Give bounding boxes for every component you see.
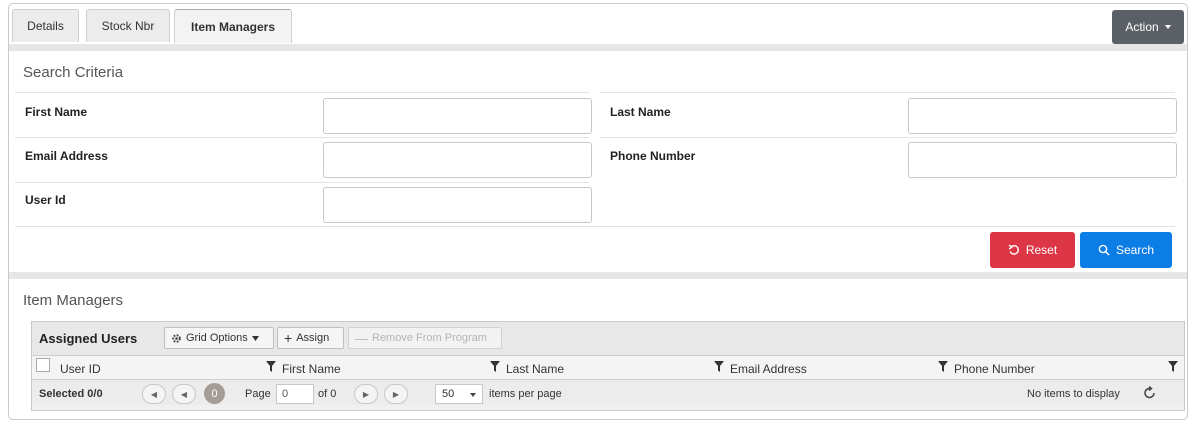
gear-icon <box>172 333 181 343</box>
phone-number-label: Phone Number <box>610 149 696 163</box>
next-page-icon[interactable]: ▶ <box>354 384 378 404</box>
user-id-label: User Id <box>25 193 66 207</box>
filter-icon[interactable] <box>490 361 500 372</box>
tab-stock-nbr[interactable]: Stock Nbr <box>86 9 170 42</box>
grid-header: User ID First Name Last Name Email Addre… <box>32 355 1184 380</box>
search-icon <box>1098 244 1110 256</box>
row-divider <box>600 92 1175 93</box>
select-all-checkbox[interactable] <box>36 358 50 372</box>
first-page-icon[interactable]: ◀ <box>142 384 166 404</box>
tab-details[interactable]: Details <box>12 9 79 42</box>
filter-icon[interactable] <box>266 361 276 372</box>
page-size-select[interactable]: 50 <box>435 384 483 404</box>
first-name-input[interactable] <box>323 98 592 134</box>
undo-icon <box>1008 244 1019 255</box>
previous-page-icon[interactable]: ◀ <box>172 384 196 404</box>
remove-label: Remove From Program <box>372 332 487 344</box>
item-details-panel: Details Stock Nbr Item Managers Action S… <box>8 3 1188 420</box>
row-divider <box>15 182 589 183</box>
item-managers-title: Item Managers <box>23 292 124 309</box>
current-page-indicator: 0 <box>204 383 225 404</box>
phone-number-input[interactable] <box>908 142 1177 178</box>
row-divider <box>600 137 1175 138</box>
row-divider <box>15 226 1175 227</box>
remove-from-program-button[interactable]: — Remove From Program <box>348 327 502 349</box>
caret-down-icon <box>1164 25 1171 29</box>
assign-button[interactable]: + Assign <box>277 327 344 349</box>
page-of-label: of 0 <box>318 388 337 400</box>
tab-bar: Details Stock Nbr Item Managers Action <box>11 6 1187 44</box>
column-header-phone-number[interactable]: Phone Number <box>954 362 1035 376</box>
search-label: Search <box>1115 243 1155 257</box>
section-divider <box>9 44 1187 51</box>
tab-item-managers[interactable]: Item Managers <box>174 9 292 43</box>
column-header-user-id[interactable]: User ID <box>60 362 101 376</box>
page-size-value: 50 <box>442 388 455 400</box>
page-number-input[interactable] <box>276 384 314 404</box>
search-button[interactable]: Search <box>1080 232 1172 268</box>
filter-icon[interactable] <box>714 361 724 372</box>
user-id-input[interactable] <box>323 187 592 223</box>
column-header-first-name[interactable]: First Name <box>282 362 341 376</box>
last-name-input[interactable] <box>908 98 1177 134</box>
selected-count: Selected 0/0 <box>39 388 103 400</box>
filter-icon[interactable] <box>938 361 948 372</box>
email-address-input[interactable] <box>323 142 592 178</box>
row-divider <box>15 92 589 93</box>
column-header-email-address[interactable]: Email Address <box>730 362 807 376</box>
caret-down-icon <box>470 393 476 397</box>
page-label: Page <box>245 388 271 400</box>
minus-icon: — <box>355 330 368 346</box>
reset-label: Reset <box>1025 243 1058 257</box>
column-header-last-name[interactable]: Last Name <box>506 362 564 376</box>
empty-grid-message: No items to display <box>1027 388 1120 400</box>
first-name-label: First Name <box>25 105 88 119</box>
email-address-label: Email Address <box>25 149 108 163</box>
items-per-page-label: items per page <box>489 388 562 400</box>
last-page-icon[interactable]: ▶ <box>384 384 408 404</box>
action-menu-button[interactable]: Action <box>1112 10 1184 44</box>
last-name-label: Last Name <box>610 105 671 119</box>
caret-down-icon <box>251 335 259 341</box>
assign-label: Assign <box>296 332 330 344</box>
grid-options-button[interactable]: Grid Options <box>164 327 274 349</box>
grid-options-label: Grid Options <box>186 332 248 344</box>
plus-icon: + <box>284 330 293 346</box>
filter-icon[interactable] <box>1168 361 1178 372</box>
grid-pager: Selected 0/0 ◀ ◀ 0 Page of 0 ▶ ▶ 50 item… <box>32 380 1184 405</box>
search-criteria-title: Search Criteria <box>23 64 124 81</box>
refresh-icon[interactable] <box>1143 386 1157 400</box>
section-divider <box>9 272 1187 279</box>
grid-toolbar: Assigned Users Grid Options + Assign — R… <box>32 322 1184 355</box>
assigned-users-grid: Assigned Users Grid Options + Assign — R… <box>31 321 1185 411</box>
grid-title: Assigned Users <box>39 331 138 346</box>
action-label: Action <box>1125 20 1159 34</box>
row-divider <box>15 137 589 138</box>
reset-button[interactable]: Reset <box>990 232 1075 268</box>
